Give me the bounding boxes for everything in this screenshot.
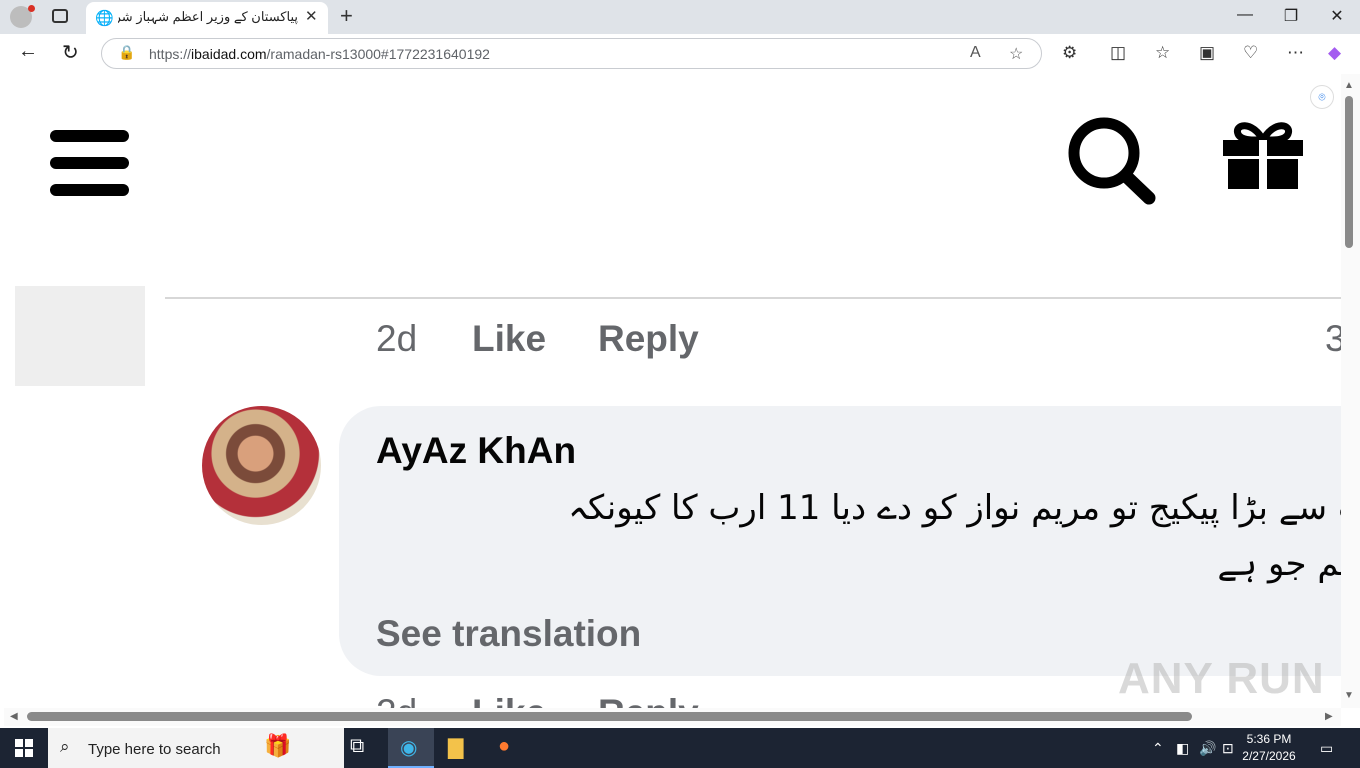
close-tab-icon[interactable]: ✕ (305, 7, 318, 25)
task-view-icon[interactable]: ⧉ (350, 735, 364, 758)
reaction-count: 3 (1325, 318, 1341, 359)
clock-date: 2/27/2026 (1242, 749, 1296, 763)
lock-icon[interactable]: 🔒 (118, 44, 135, 61)
edge-icon: ◉ (400, 737, 418, 759)
avatar[interactable] (202, 406, 321, 525)
firefox-icon[interactable]: ● (498, 735, 510, 758)
more-menu-icon[interactable]: ⋯ (1287, 43, 1304, 63)
scroll-down-arrow[interactable]: ▼ (1344, 690, 1354, 701)
notification-dot (28, 5, 35, 12)
meet-now-icon[interactable]: ◧ (1176, 740, 1189, 757)
collections-icon[interactable]: ▣ (1199, 43, 1215, 63)
file-explorer-icon[interactable]: ▇ (448, 735, 463, 760)
url-text[interactable]: https://ibaidad.com/ramadan-rs13000#1772… (149, 46, 490, 62)
back-button[interactable]: ← (18, 40, 38, 63)
vertical-scroll-thumb[interactable] (1345, 96, 1353, 248)
network-icon[interactable]: ⊡ (1222, 740, 1234, 757)
minimize-button[interactable]: — (1235, 6, 1255, 24)
scroll-right-arrow[interactable]: ▶ (1325, 711, 1333, 722)
watermark: ANY RUN (1118, 654, 1325, 703)
show-hidden-icons-icon[interactable]: ⌃ (1152, 740, 1164, 757)
taskbar-search-placeholder[interactable]: Type here to search (88, 741, 221, 758)
divider (165, 297, 1341, 299)
browser-essentials-icon[interactable]: ♡ (1243, 43, 1258, 63)
copilot-icon[interactable]: ◆ (1328, 43, 1341, 63)
gift-icon[interactable] (1222, 120, 1304, 190)
volume-icon[interactable]: 🔊 (1199, 740, 1216, 757)
hamburger-menu-icon[interactable] (50, 130, 129, 196)
tab-title[interactable]: پیاکستان کے وزیر اعظم شہباز شریف (118, 9, 298, 25)
horizontal-scroll-thumb[interactable] (27, 712, 1192, 721)
comment-author[interactable]: AyAz KhAn (376, 430, 576, 472)
globe-icon: 🌐 (95, 10, 114, 27)
comment-line: ب سے بڑا پیکیج تو مریم نواز کو دے دیا 11… (568, 488, 1360, 528)
like-button[interactable]: Like (472, 318, 546, 360)
search-icon[interactable] (1066, 115, 1158, 205)
refresh-button[interactable]: ↻ (62, 40, 79, 65)
favorite-star-icon[interactable]: ☆ (1009, 44, 1023, 64)
next-like-button[interactable]: Like (472, 692, 546, 708)
tab-actions-icon[interactable] (52, 9, 68, 23)
search-icon: ⌕ (60, 737, 70, 756)
image-placeholder (15, 286, 145, 386)
favorites-icon[interactable]: ☆ (1155, 43, 1170, 63)
split-screen-icon[interactable]: ◫ (1110, 43, 1126, 63)
windows-start-icon[interactable] (15, 739, 33, 757)
clock-time: 5:36 PM (1246, 732, 1292, 746)
see-translation-link[interactable]: See translation (376, 613, 641, 655)
close-window-button[interactable]: ✕ (1327, 6, 1347, 26)
url-path: /ramadan-rs13000#1772231640192 (266, 46, 490, 62)
extensions-icon[interactable]: ⚙ (1062, 43, 1077, 63)
scroll-up-arrow[interactable]: ▲ (1344, 80, 1354, 91)
gifts-icon[interactable]: 🎁 (264, 733, 291, 759)
comment-time: 2d (376, 318, 418, 359)
visual-search-icon[interactable]: ⌾ (1310, 85, 1334, 109)
comment-text-area: ب سے بڑا پیکیج تو مریم نواز کو دے دیا 11… (370, 480, 1360, 610)
comment-line: یتیم جو ہے (1217, 544, 1360, 584)
restore-button[interactable]: ❐ (1281, 6, 1301, 26)
taskbar-clock[interactable]: 5:36 PM 2/27/2026 (1236, 731, 1302, 765)
reply-button[interactable]: Reply (598, 318, 699, 360)
read-aloud-icon[interactable]: A (970, 44, 981, 62)
notifications-icon[interactable]: ▭ (1320, 740, 1333, 757)
next-reply-button[interactable]: Reply (598, 692, 699, 708)
next-comment-actions: 2d Like Reply (376, 690, 776, 708)
scroll-left-arrow[interactable]: ◀ (10, 711, 18, 722)
new-tab-button[interactable]: + (340, 3, 353, 29)
next-comment-time: 2d (376, 692, 417, 708)
url-host: ibaidad.com (191, 46, 267, 62)
